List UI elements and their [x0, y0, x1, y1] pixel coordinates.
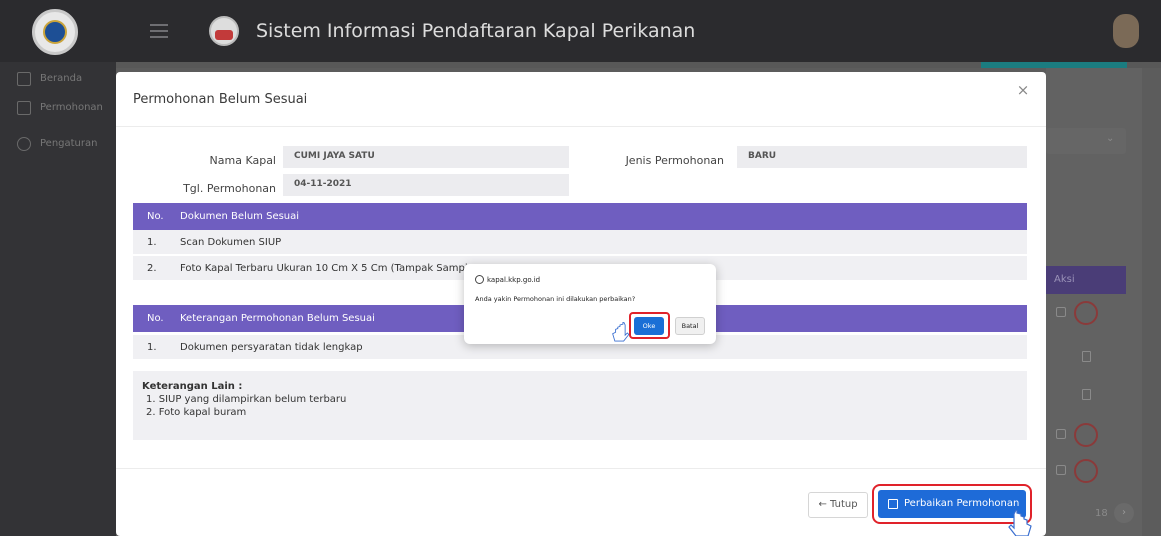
- header-no: No.: [147, 313, 164, 324]
- delete-icon[interactable]: [1074, 423, 1098, 447]
- modal-header: Permohonan Belum Sesuai ×: [116, 72, 1046, 127]
- gear-icon: [17, 137, 31, 151]
- tgl-permohonan-field: 04-11-2021: [283, 174, 569, 196]
- pagination: 18 ›: [1046, 502, 1142, 526]
- perbaikan-label: Perbaikan Permohonan: [904, 498, 1020, 509]
- header-no: No.: [147, 211, 164, 222]
- header-text: Dokumen Belum Sesuai: [180, 211, 300, 222]
- sidebar: Beranda Permohonan Pengaturan: [0, 62, 116, 536]
- app-title: Sistem Informasi Pendaftaran Kapal Perik…: [256, 20, 696, 42]
- hand-cursor-icon: [1008, 510, 1032, 536]
- row-text: Dokumen persyaratan tidak lengkap: [180, 342, 363, 353]
- oke-button[interactable]: Oke: [634, 317, 664, 335]
- perbaikan-permohonan-button[interactable]: Perbaikan Permohonan: [878, 490, 1026, 518]
- keterangan-line: 2. Foto kapal buram: [146, 407, 247, 418]
- batal-button[interactable]: Batal: [675, 317, 705, 335]
- user-avatar[interactable]: [1113, 14, 1139, 48]
- aksi-column-header: Aksi: [1046, 266, 1126, 294]
- sidebar-item-label: Pengaturan: [40, 138, 98, 149]
- save-icon: [888, 499, 898, 509]
- table-row: [1046, 420, 1126, 450]
- dialog-message: Anda yakin Permohonan ini dilakukan perb…: [475, 295, 636, 303]
- sidebar-item-pengaturan[interactable]: Pengaturan: [0, 135, 116, 155]
- page-number[interactable]: 18: [1095, 508, 1108, 519]
- kkp-logo: [209, 16, 239, 46]
- sidebar-item-permohonan[interactable]: Permohonan: [0, 99, 116, 119]
- menu-icon[interactable]: [150, 24, 168, 38]
- table-row: [1046, 298, 1126, 328]
- tutup-button[interactable]: ← Tutup: [808, 492, 868, 518]
- document-icon[interactable]: [1082, 389, 1091, 400]
- edit-icon[interactable]: [1056, 307, 1066, 317]
- keterangan-line: 1. SIUP yang dilampirkan belum terbaru: [146, 394, 347, 405]
- modal-title: Permohonan Belum Sesuai: [133, 92, 308, 107]
- document-icon[interactable]: [1082, 351, 1091, 362]
- sidebar-item-label: Permohonan: [40, 102, 103, 113]
- close-icon[interactable]: ×: [1013, 80, 1033, 100]
- table-row: 1. Scan Dokumen SIUP: [133, 230, 1027, 255]
- top-bar: Sistem Informasi Pendaftaran Kapal Perik…: [0, 0, 1161, 62]
- confirm-dialog: kapal.kkp.go.id Anda yakin Permohonan in…: [464, 264, 716, 344]
- keterangan-lain-heading: Keterangan Lain :: [142, 381, 243, 392]
- ministry-logo: [32, 9, 78, 55]
- delete-icon[interactable]: [1074, 459, 1098, 483]
- sidebar-item-label: Beranda: [40, 73, 83, 84]
- filter-select[interactable]: ⌄: [1046, 128, 1126, 154]
- document-icon: [17, 101, 31, 115]
- tgl-permohonan-label: Tgl. Permohonan: [183, 182, 276, 195]
- dialog-origin: kapal.kkp.go.id: [475, 275, 540, 284]
- delete-icon[interactable]: [1074, 301, 1098, 325]
- hand-cursor-icon: [612, 322, 630, 342]
- row-no: 1.: [147, 342, 157, 353]
- row-no: 2.: [147, 263, 157, 274]
- chevron-down-icon: ⌄: [1106, 133, 1115, 144]
- modal-footer-divider: [116, 468, 1046, 469]
- table-row: [1046, 380, 1126, 410]
- monitor-icon: [17, 72, 31, 86]
- edit-icon[interactable]: [1056, 429, 1066, 439]
- row-text: Foto Kapal Terbaru Ukuran 10 Cm X 5 Cm (…: [180, 263, 481, 274]
- table-row: [1046, 456, 1126, 486]
- header-text: Keterangan Permohonan Belum Sesuai: [180, 313, 375, 324]
- keterangan-lain-box: Keterangan Lain : 1. SIUP yang dilampirk…: [133, 371, 1027, 440]
- row-text: Scan Dokumen SIUP: [180, 237, 282, 248]
- edit-icon[interactable]: [1056, 465, 1066, 475]
- sidebar-item-beranda[interactable]: Beranda: [0, 70, 116, 90]
- jenis-permohonan-field: BARU: [737, 146, 1027, 168]
- next-page-button[interactable]: ›: [1114, 503, 1134, 523]
- globe-icon: [475, 275, 484, 284]
- row-no: 1.: [147, 237, 157, 248]
- jenis-permohonan-label: Jenis Permohonan: [625, 154, 724, 167]
- nama-kapal-label: Nama Kapal: [209, 154, 276, 167]
- nama-kapal-field: CUMI JAYA SATU: [283, 146, 569, 168]
- table-row: [1046, 342, 1126, 372]
- dokumen-table-header: No. Dokumen Belum Sesuai: [133, 203, 1027, 230]
